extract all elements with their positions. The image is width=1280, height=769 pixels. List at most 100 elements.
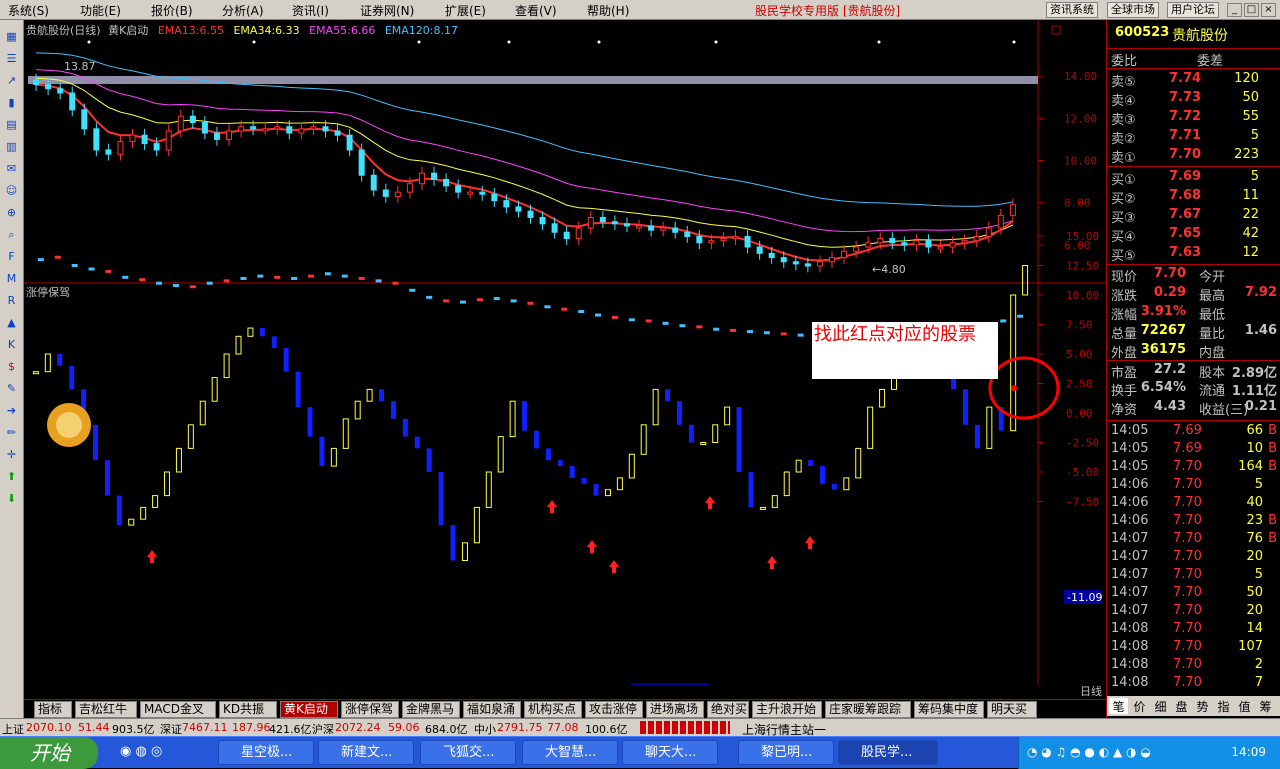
formula-tab[interactable]: 指标 [34, 701, 72, 718]
table-icon[interactable]: ▤ [3, 116, 20, 133]
formula-tab[interactable]: 福如泉涌 [463, 701, 521, 718]
menu-view[interactable]: 查看(V) [515, 2, 557, 19]
candle-body [937, 246, 944, 250]
quicklaunch-icons[interactable]: ◉ ◍ ◎ [120, 744, 162, 759]
menu-info[interactable]: 资讯(I) [292, 2, 329, 19]
minimize-icon[interactable]: _ [1227, 3, 1242, 17]
sub-bar-down [379, 389, 385, 402]
sub-bar-up [1010, 294, 1017, 432]
x-axis-label: 9 [536, 684, 543, 685]
formula-tab[interactable]: 吉松红牛 [75, 701, 137, 718]
formula-tab[interactable]: 金牌黑马 [402, 701, 460, 718]
sub-bar-up [128, 518, 135, 526]
trend-icon[interactable]: ↗ [3, 72, 20, 89]
formula-tab[interactable]: 筹码集中度 [914, 701, 984, 718]
menu-analysis[interactable]: 分析(A) [222, 2, 264, 19]
formula-tab[interactable]: 绝对买 [707, 701, 749, 718]
menu-extend[interactable]: 扩展(E) [445, 2, 486, 19]
formula-tab[interactable]: 进场离场 [646, 701, 704, 718]
mail-icon[interactable]: ✉ [3, 160, 20, 177]
taskbar-item[interactable]: 股民学... [838, 740, 938, 765]
sub-bar-down [831, 483, 837, 490]
buy-level: 买③ [1111, 211, 1136, 226]
tick-volume: 20 [1246, 549, 1263, 564]
formula-tab[interactable]: 主升浪开始 [752, 701, 822, 718]
wrench-icon[interactable]: ✎ [3, 380, 20, 397]
quote-tab[interactable]: 势 [1193, 698, 1212, 714]
menu-function[interactable]: 功能(E) [80, 2, 121, 19]
formula-tab[interactable]: MACD金叉 [140, 701, 216, 718]
grid-icon[interactable]: ▦ [3, 28, 20, 45]
candle-body [925, 240, 932, 248]
tick-row: 14:05 7.69 10 B [1107, 440, 1280, 458]
signal-dot [877, 40, 881, 44]
info-system-button[interactable]: 资讯系统 [1046, 2, 1098, 18]
news-icon[interactable]: ▥ [3, 138, 20, 155]
pencil-icon[interactable]: ✏ [3, 424, 20, 441]
buy-volume: 42 [1242, 226, 1259, 241]
band-mark [527, 301, 534, 305]
quote-tab[interactable]: 筹 [1256, 698, 1275, 714]
formula-tab[interactable]: 机构买点 [524, 701, 582, 718]
stat-value: 7.70 [1153, 266, 1186, 281]
tick-side: B [1268, 441, 1277, 456]
arrow-icon[interactable]: ➔ [3, 402, 20, 419]
user-forum-button[interactable]: 用户论坛 [1167, 2, 1219, 18]
close-icon[interactable]: × [1261, 3, 1276, 17]
menu-quote[interactable]: 报价(B) [151, 2, 193, 19]
tray-icons[interactable]: ◔ ◕ ♫ ◓ ● ◐ ▲ ◑ ◒ [1027, 745, 1151, 759]
chart-area[interactable]: 14.00 12.00 10.00 8.00 6.00 13.87 ←4.80 15.00 12… [24, 20, 1106, 698]
candle-body [889, 238, 896, 244]
menu-system[interactable]: 系统(S) [8, 2, 49, 19]
formula-tab[interactable]: KD共振 [219, 701, 277, 718]
f10-icon[interactable]: F [3, 248, 20, 265]
taskbar-item[interactable]: 大智慧... [522, 740, 618, 765]
hs-amount: 684.0亿 [425, 723, 468, 736]
market-breadth-bar [640, 721, 730, 734]
quote-tab[interactable]: 盘 [1172, 698, 1191, 714]
x-axis-label: 2008年 [28, 683, 67, 685]
taskbar-item[interactable]: 聊天大... [622, 740, 718, 765]
taskbar-item[interactable]: 星空极... [218, 740, 314, 765]
sub-tick-label: 2.50 [1066, 378, 1093, 391]
rsi-icon[interactable]: R [3, 292, 20, 309]
list-icon[interactable]: ☰ [3, 50, 20, 67]
taskbar-item[interactable]: 黎已明... [738, 740, 834, 765]
candle-body [636, 225, 643, 229]
chart-icon[interactable]: ▲ [3, 314, 20, 331]
sub-bar-down [545, 448, 551, 461]
formula-tab[interactable]: 黄K启动 [280, 701, 338, 718]
sub-bar-down [116, 495, 122, 526]
taskbar-item[interactable]: 飞狐交... [420, 740, 516, 765]
network-icon[interactable]: ⊕ [3, 204, 20, 221]
candle-icon[interactable]: ▮ [3, 94, 20, 111]
quote-tab[interactable]: 细 [1151, 698, 1170, 714]
tick-time: 14:06 [1111, 495, 1149, 510]
people-icon[interactable]: ☺ [3, 182, 20, 199]
formula-tab[interactable]: 攻击涨停 [585, 701, 643, 718]
quote-tab[interactable]: 笔 [1109, 698, 1128, 714]
global-market-button[interactable]: 全球市场 [1107, 2, 1159, 18]
formula-tab[interactable]: 明天买 [987, 701, 1037, 718]
menu-bar: 系统(S) 功能(E) 报价(B) 分析(A) 资讯(I) 证券网(N) 扩展(… [0, 0, 1280, 20]
maximize-icon[interactable]: □ [1244, 3, 1259, 17]
menu-network[interactable]: 证券网(N) [360, 2, 414, 19]
start-button[interactable]: 开始 [0, 737, 98, 769]
formula-tab[interactable]: 涨停保驾 [341, 701, 399, 718]
stat-value: 4.43 [1153, 399, 1186, 414]
down-icon[interactable]: ⬇ [3, 490, 20, 507]
crosshair-icon[interactable]: ✛ [3, 446, 20, 463]
quote-tab[interactable]: 指 [1214, 698, 1233, 714]
formula-tab[interactable]: 庄家暖筹跟踪 [825, 701, 911, 718]
search-icon[interactable]: ⌕ [3, 226, 20, 243]
macd-icon[interactable]: M [3, 270, 20, 287]
quote-tab[interactable]: 价 [1130, 698, 1149, 714]
menu-help[interactable]: 帮助(H) [587, 2, 629, 19]
taskbar-item[interactable]: 新建文... [318, 740, 414, 765]
kdj-icon[interactable]: K [3, 336, 20, 353]
candle-body [660, 227, 667, 231]
up-icon[interactable]: ⬆ [3, 468, 20, 485]
dollar-icon[interactable]: $ [3, 358, 20, 375]
quote-tab[interactable]: 值 [1235, 698, 1254, 714]
period-label[interactable]: 日线 [1080, 683, 1102, 699]
